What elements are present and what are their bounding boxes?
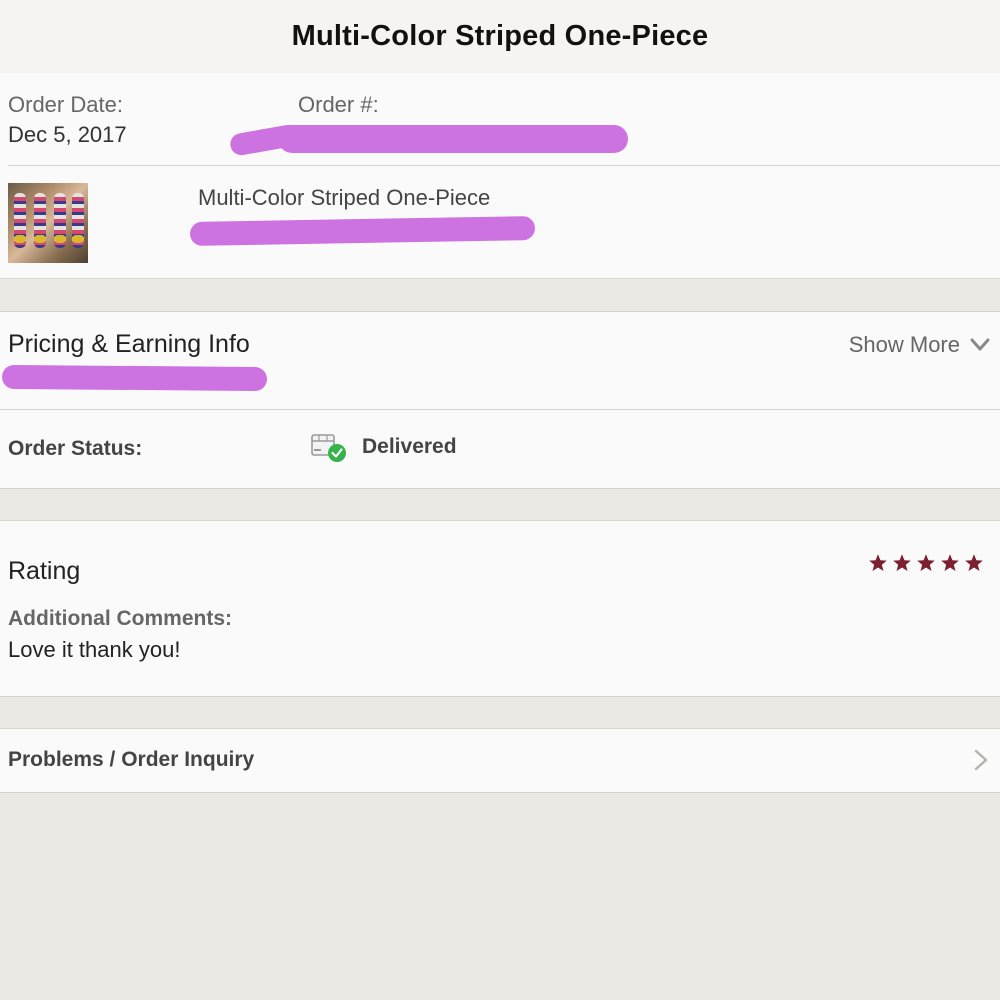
star-icon	[869, 554, 887, 571]
order-status: Delivered	[310, 430, 457, 464]
chevron-right-icon	[974, 749, 988, 771]
star-icon	[917, 554, 935, 571]
show-more-button[interactable]: Show More	[849, 332, 990, 358]
star-icon	[965, 554, 983, 571]
star-icon	[941, 554, 959, 571]
problems-order-inquiry-label: Problems / Order Inquiry	[8, 748, 255, 771]
pricing-panel: Pricing & Earning Info Show More Order S…	[0, 311, 1000, 489]
order-details-screen: Multi-Color Striped One-Piece Order Date…	[0, 0, 1000, 1000]
order-status-label: Order Status:	[8, 437, 143, 460]
problems-order-inquiry-row[interactable]: Problems / Order Inquiry	[0, 728, 1000, 793]
order-number-label: Order #:	[298, 92, 379, 117]
order-info-panel: Order Date: Dec 5, 2017 Order #: Multi-C…	[0, 73, 1000, 279]
pricing-title: Pricing & Earning Info	[8, 330, 250, 358]
star-rating	[868, 553, 984, 573]
chevron-down-icon	[970, 338, 990, 351]
item-details-redaction	[189, 215, 536, 247]
rating-panel: Rating Additional Comments: Love it than…	[0, 520, 1000, 697]
page-title: Multi-Color Striped One-Piece	[291, 20, 709, 52]
pricing-redaction	[1, 364, 268, 392]
additional-comments-label: Additional Comments:	[8, 607, 232, 630]
rating-title: Rating	[8, 557, 81, 585]
star-icon	[893, 554, 911, 571]
order-date-label: Order Date:	[8, 92, 123, 117]
additional-comments-text: Love it thank you!	[8, 637, 181, 662]
item-name: Multi-Color Striped One-Piece	[198, 185, 491, 210]
order-date-value: Dec 5, 2017	[8, 122, 127, 147]
pricing-divider	[0, 409, 1000, 410]
order-status-value: Delivered	[362, 435, 457, 458]
delivered-box-check-icon	[311, 434, 346, 462]
product-thumbnail[interactable]	[8, 183, 88, 263]
title-bar: Multi-Color Striped One-Piece	[0, 0, 1000, 74]
order-divider	[8, 165, 1000, 166]
show-more-label: Show More	[848, 332, 960, 357]
order-number-redaction	[278, 125, 628, 153]
